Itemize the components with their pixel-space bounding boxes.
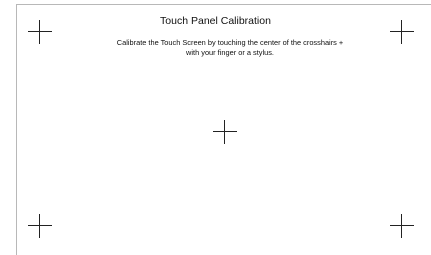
- crosshair-top-left-icon[interactable]: [28, 20, 52, 44]
- crosshair-center-icon[interactable]: [213, 120, 237, 144]
- crosshair-top-right-icon[interactable]: [390, 20, 414, 44]
- calibration-screen: Touch Panel Calibration Calibrate the To…: [0, 0, 431, 255]
- instructions-line-1: Calibrate the Touch Screen by touching t…: [116, 38, 344, 47]
- frame-top-border: [16, 4, 431, 5]
- crosshair-bottom-left-icon[interactable]: [28, 214, 52, 238]
- calibration-title: Touch Panel Calibration: [160, 15, 271, 27]
- calibration-instructions: Calibrate the Touch Screen by touching t…: [80, 38, 380, 57]
- frame-left-border: [16, 4, 17, 255]
- crosshair-bottom-right-icon[interactable]: [390, 214, 414, 238]
- instructions-line-2: with your finger or a stylus.: [186, 47, 274, 57]
